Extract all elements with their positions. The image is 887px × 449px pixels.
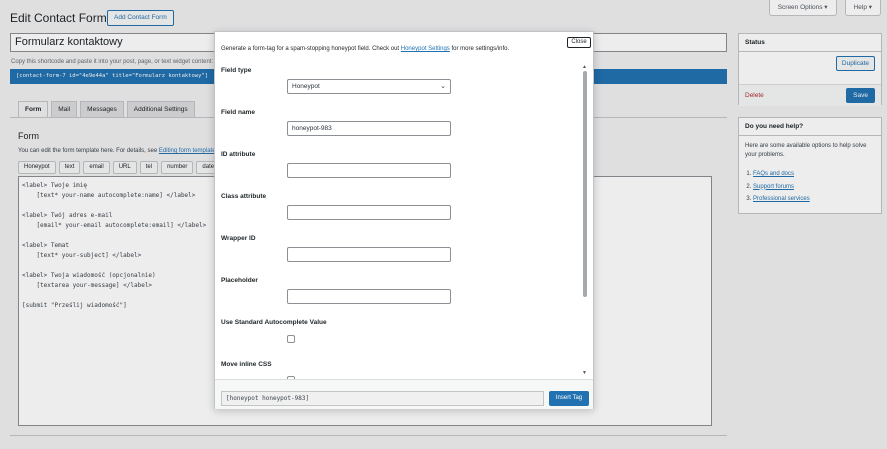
generated-tag-field[interactable]: [honeypot honeypot-983] xyxy=(221,391,544,406)
field-type-value: Honeypot xyxy=(292,83,320,90)
autocomplete-checkbox[interactable] xyxy=(287,335,295,343)
placeholder-input[interactable] xyxy=(287,289,451,304)
dialog-footer: [honeypot honeypot-983] Insert Tag xyxy=(215,379,593,409)
insert-tag-button[interactable]: Insert Tag xyxy=(549,391,589,406)
honeypot-tag-generator-dialog: Generate a form-tag for a spam-stopping … xyxy=(214,31,594,409)
wrapper-id-label: Wrapper ID xyxy=(221,235,256,242)
wrapper-id-input[interactable] xyxy=(287,247,451,262)
honeypot-settings-link[interactable]: Honeypot Settings xyxy=(401,46,450,52)
move-inline-css-label: Move inline CSS xyxy=(221,361,272,368)
field-name-label: Field name xyxy=(221,109,255,116)
scroll-down-icon[interactable]: ▼ xyxy=(582,370,587,376)
id-attribute-label: ID attribute xyxy=(221,151,256,158)
dialog-scrollbar[interactable]: ▲ ▼ xyxy=(581,61,589,379)
scroll-up-icon[interactable]: ▲ xyxy=(582,64,587,70)
chevron-down-icon: ⌄ xyxy=(440,83,446,90)
dialog-description-suffix: for more settings/info. xyxy=(449,46,510,52)
field-type-label: Field type xyxy=(221,67,252,74)
placeholder-label: Placeholder xyxy=(221,277,258,284)
autocomplete-label: Use Standard Autocomplete Value xyxy=(221,319,327,326)
field-type-select[interactable]: Honeypot ⌄ xyxy=(287,79,451,94)
scrollbar-thumb[interactable] xyxy=(583,71,587,297)
close-button[interactable]: Close xyxy=(567,37,591,48)
class-attribute-input[interactable] xyxy=(287,205,451,220)
class-attribute-label: Class attribute xyxy=(221,193,267,200)
id-attribute-input[interactable] xyxy=(287,163,451,178)
dialog-description-prefix: Generate a form-tag for a spam-stopping … xyxy=(221,46,401,52)
field-name-input[interactable]: honeypot-983 xyxy=(287,121,451,136)
dialog-body: Field type Honeypot ⌄ Field name honeypo… xyxy=(215,61,593,379)
dialog-description: Generate a form-tag for a spam-stopping … xyxy=(221,46,509,52)
